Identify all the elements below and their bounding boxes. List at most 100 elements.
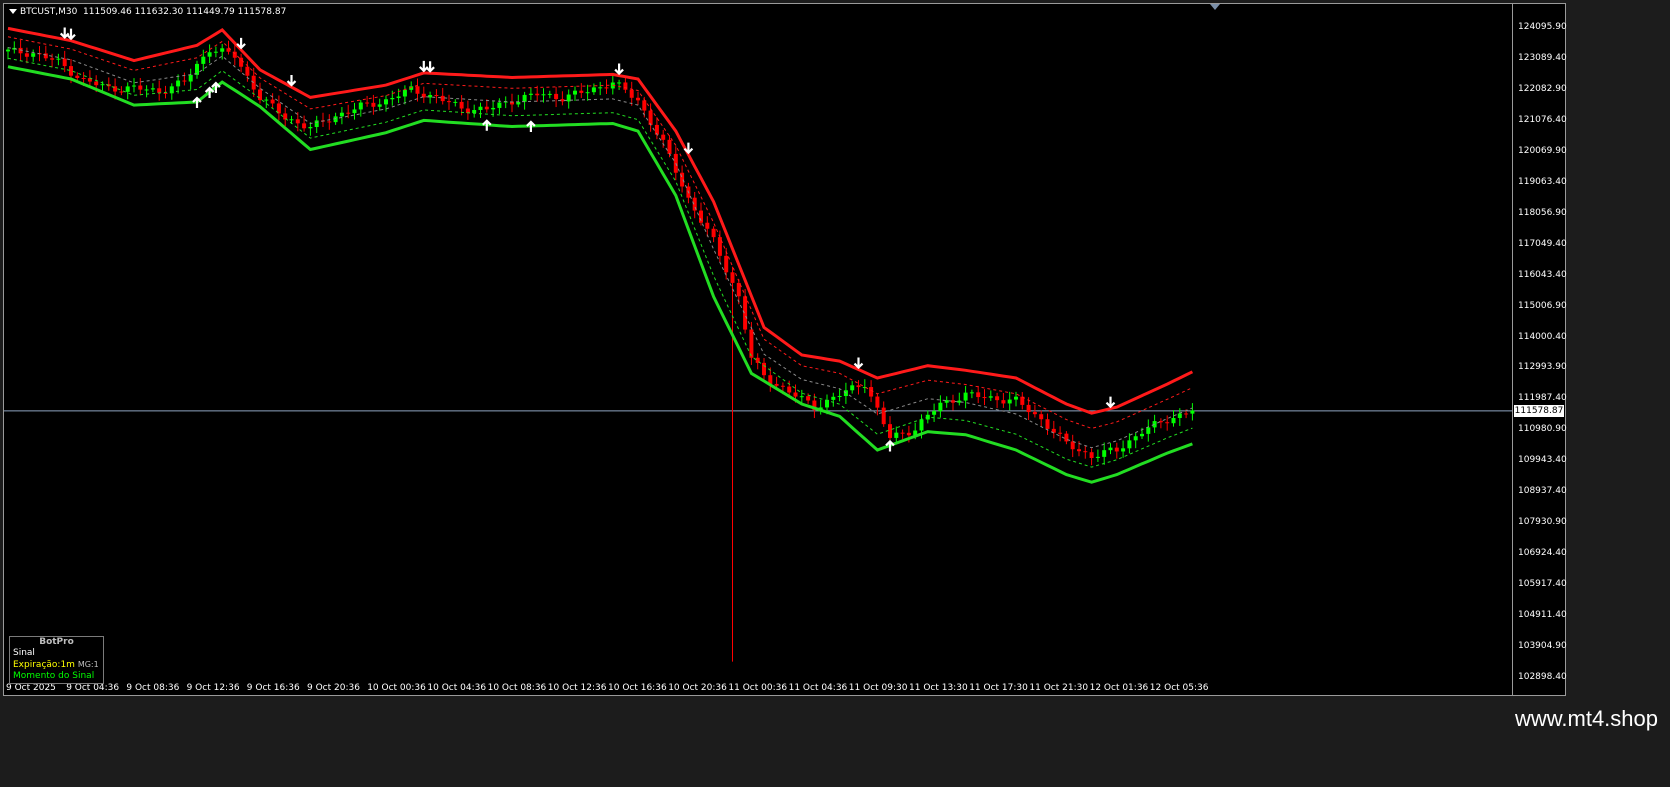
- candle: [560, 91, 565, 106]
- candle: [56, 53, 61, 66]
- price-tick-label: 123089.40: [1518, 52, 1567, 63]
- candle: [818, 399, 823, 415]
- candle: [384, 95, 388, 112]
- candle: [465, 100, 470, 120]
- lower-band: [7, 65, 1193, 484]
- candle: [1051, 420, 1056, 439]
- candle: [881, 401, 886, 427]
- candle: [365, 95, 370, 107]
- candle: [1114, 442, 1119, 459]
- candle: [963, 385, 968, 409]
- candle: [1020, 392, 1025, 410]
- footer-bar: www.mt4.shop: [0, 700, 1670, 739]
- candle: [862, 379, 867, 394]
- candle: [969, 389, 974, 399]
- price-tick-label: 117049.40: [1518, 238, 1567, 249]
- candle: [440, 87, 445, 105]
- candle: [195, 60, 199, 79]
- candle: [762, 357, 766, 381]
- candle: [327, 114, 332, 130]
- inner-upper-band: [7, 36, 1193, 429]
- current-price-box: 111578.87: [1514, 404, 1564, 417]
- candle: [510, 93, 514, 113]
- candle: [711, 226, 716, 243]
- candle: [258, 82, 262, 104]
- price-scale[interactable]: 124095.90 123089.40 122082.90 121076.40 1200…: [1513, 3, 1567, 696]
- candle: [1083, 445, 1088, 459]
- price-tick-label: 111987.40: [1518, 393, 1567, 404]
- candle: [1190, 403, 1195, 421]
- time-tick-label: 11 Oct 17:30: [969, 683, 1028, 693]
- candle: [573, 86, 577, 102]
- chart-window[interactable]: BTCUST,M30 111509.46 111632.30 111449.79…: [3, 3, 1513, 696]
- candle: [717, 230, 722, 263]
- candle: [932, 403, 937, 422]
- candle: [31, 49, 36, 62]
- sell-arrow-icon: [236, 37, 246, 50]
- candle: [535, 85, 540, 102]
- candle: [1058, 426, 1063, 442]
- price-tick-label: 107930.90: [1518, 517, 1567, 528]
- candle: [1152, 414, 1157, 433]
- candle: [144, 85, 149, 98]
- candle: [182, 72, 187, 86]
- candle: [598, 81, 603, 96]
- time-tick-label: 12 Oct 05:36: [1149, 683, 1209, 693]
- candle: [239, 53, 244, 73]
- candle: [629, 81, 634, 106]
- candle: [503, 96, 508, 109]
- price-tick-label: 115006.90: [1518, 300, 1567, 311]
- candle: [547, 90, 552, 99]
- candle: [119, 86, 124, 96]
- candle: [554, 86, 559, 108]
- candle: [447, 94, 451, 110]
- candle: [831, 392, 836, 407]
- price-plot[interactable]: [4, 4, 1513, 696]
- candle: [472, 104, 477, 118]
- candle: [1095, 449, 1100, 462]
- candle: [988, 390, 993, 402]
- candle: [541, 88, 546, 103]
- sell-arrow-icon: [286, 75, 297, 87]
- candle: [295, 112, 300, 132]
- time-tick-label: 9 Oct 2025: [6, 683, 56, 693]
- price-tick-label: 110980.90: [1518, 424, 1567, 435]
- candle: [1102, 442, 1107, 465]
- middle-band: [7, 47, 1193, 449]
- price-tick-label: 104911.40: [1518, 610, 1567, 621]
- candle: [43, 45, 48, 62]
- candle: [188, 68, 193, 90]
- candle: [339, 107, 344, 125]
- candle: [699, 202, 703, 226]
- time-tick-label: 10 Oct 04:36: [427, 683, 487, 693]
- time-tick-label: 9 Oct 16:36: [246, 683, 300, 693]
- sell-arrow-icon: [614, 63, 624, 76]
- price-tick-label: 118056.90: [1518, 207, 1567, 218]
- candle: [207, 44, 212, 64]
- candle: [768, 367, 773, 392]
- price-tick-label: 122082.90: [1518, 83, 1567, 94]
- candle: [276, 95, 281, 121]
- candle: [176, 74, 181, 94]
- time-tick-label: 11 Oct 04:36: [788, 683, 848, 693]
- candle: [352, 102, 357, 120]
- candle: [982, 389, 987, 406]
- time-tick-label: 11 Oct 13:30: [909, 683, 968, 693]
- time-tick-label: 9 Oct 08:36: [126, 683, 180, 693]
- time-tick-label: 11 Oct 09:30: [848, 683, 908, 693]
- candle: [837, 388, 842, 402]
- candle: [976, 385, 981, 404]
- price-tick-label: 116043.40: [1518, 269, 1567, 280]
- candle: [623, 76, 628, 94]
- candle: [995, 392, 1000, 409]
- candle: [308, 122, 313, 136]
- price-tick-label: 112993.90: [1518, 362, 1567, 373]
- candle: [585, 84, 590, 101]
- candle: [132, 78, 136, 93]
- candle: [591, 83, 596, 95]
- price-tick-label: 119063.40: [1518, 176, 1567, 187]
- price-tick-label: 120069.90: [1518, 145, 1567, 156]
- candle: [1045, 413, 1050, 435]
- candle: [636, 91, 640, 105]
- price-tick-label: 102898.40: [1518, 672, 1567, 682]
